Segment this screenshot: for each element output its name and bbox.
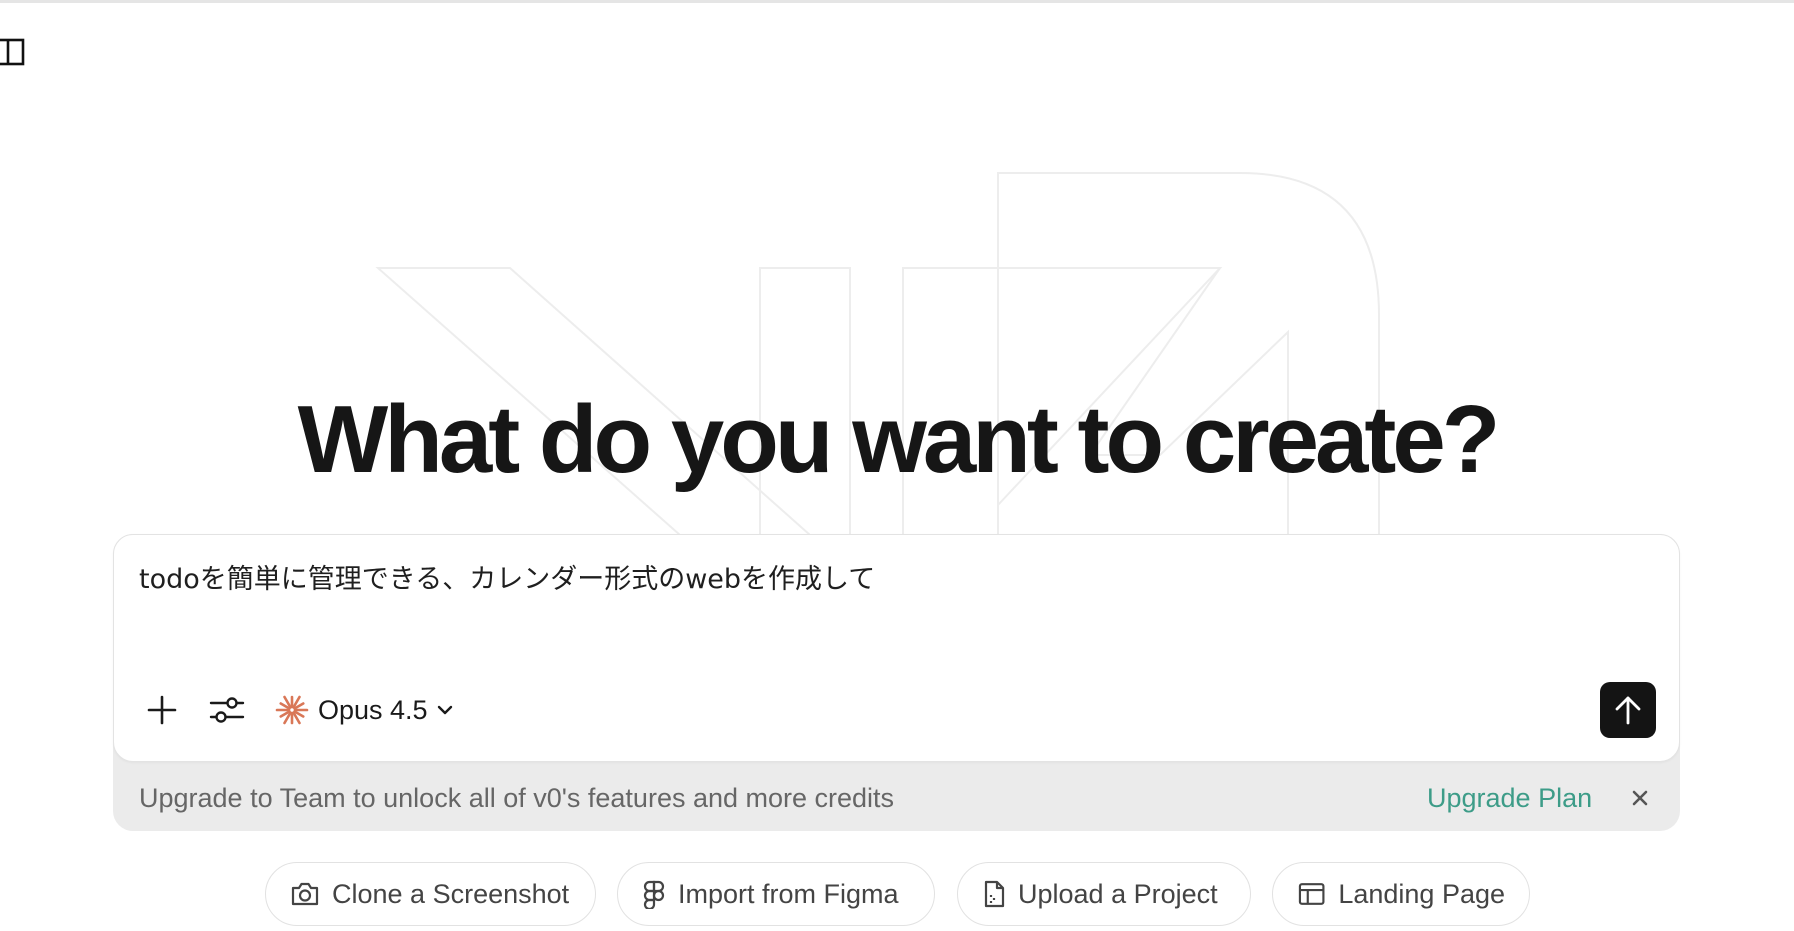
camera-icon [291, 882, 319, 906]
sidebar-icon [0, 38, 25, 66]
chip-clone-screenshot[interactable]: Clone a Screenshot [265, 862, 596, 926]
page-title: What do you want to create? [297, 386, 1501, 493]
chip-label: Clone a Screenshot [332, 878, 570, 909]
sliders-icon [209, 697, 245, 723]
chevron-down-icon [437, 705, 452, 715]
settings-button[interactable] [204, 688, 250, 732]
add-attachment-button[interactable] [139, 688, 185, 732]
chip-import-figma[interactable]: Import from Figma [617, 862, 935, 926]
claude-sunburst-icon [275, 695, 309, 725]
model-label: Opus 4.5 [318, 694, 428, 725]
chip-label: Import from Figma [678, 878, 899, 909]
model-selector[interactable]: Opus 4.5 [274, 688, 454, 732]
arrow-up-icon [1615, 696, 1641, 725]
upgrade-plan-link[interactable]: Upgrade Plan [1427, 778, 1592, 818]
chip-label: Upload a Project [1018, 878, 1218, 909]
top-divider [0, 0, 1794, 3]
figma-icon [643, 880, 665, 909]
chip-landing-page[interactable]: Landing Page [1272, 862, 1530, 926]
file-upload-icon [984, 880, 1005, 908]
chip-upload-project[interactable]: Upload a Project [957, 862, 1251, 926]
prompt-input[interactable]: todoを簡単に管理できる、カレンダー形式のwebを作成して [139, 563, 1639, 597]
layout-icon [1298, 883, 1325, 905]
chip-label: Landing Page [1338, 878, 1505, 909]
close-icon [1632, 790, 1648, 806]
send-button[interactable] [1600, 682, 1656, 738]
upgrade-message: Upgrade to Team to unlock all of v0's fe… [139, 783, 895, 813]
v0-home: What do you want to create? todoを簡単に管理でき… [0, 0, 1794, 931]
sidebar-toggle-button[interactable] [0, 38, 26, 66]
plus-icon [147, 695, 177, 725]
dismiss-banner-button[interactable] [1626, 784, 1654, 812]
